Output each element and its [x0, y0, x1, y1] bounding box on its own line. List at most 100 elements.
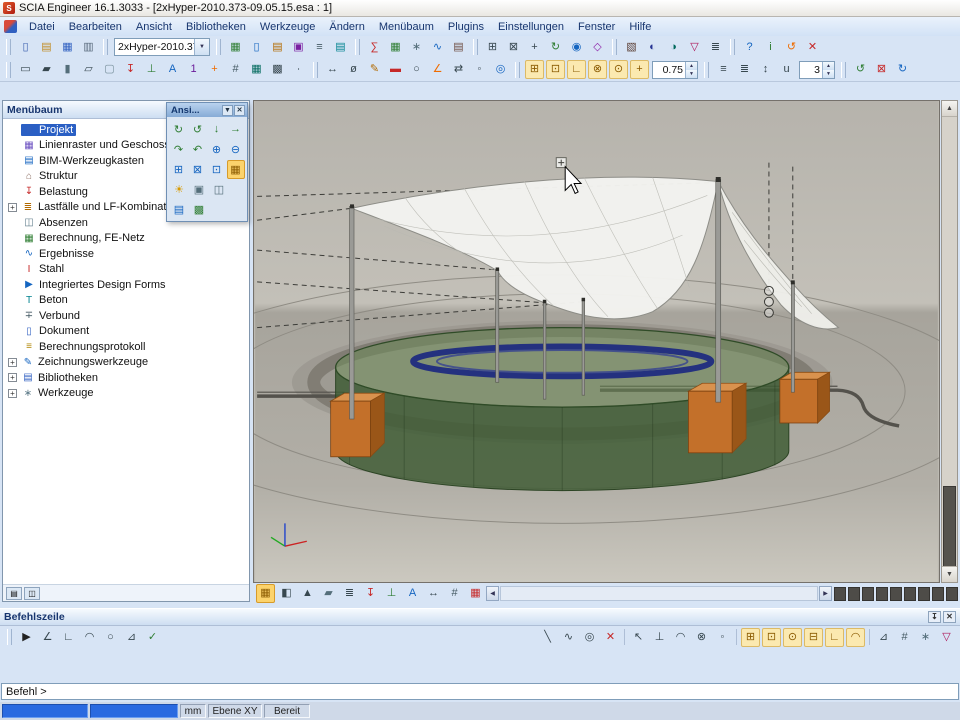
orbit-right-icon[interactable]: ↷	[170, 140, 188, 159]
toolbar-grip[interactable]	[730, 39, 735, 55]
tree-item[interactable]: ▶Integriertes Design Forms	[3, 277, 249, 293]
snap-intersect-icon[interactable]: ⊗	[588, 60, 607, 79]
toolbar-grip[interactable]	[313, 62, 318, 78]
annotate-icon[interactable]: ✎	[365, 60, 384, 79]
scroll-segment[interactable]	[848, 587, 860, 601]
render-mode-icon[interactable]: ▦	[256, 584, 275, 603]
tangent-icon[interactable]: ◠	[671, 628, 690, 647]
snapshot-icon[interactable]: ▣	[190, 180, 209, 199]
fe-mesh-icon[interactable]: ▦	[386, 38, 405, 57]
snap-mode-end-icon[interactable]: ⊡	[762, 628, 781, 647]
viewport-vscrollbar[interactable]: ▲ ▼	[941, 100, 958, 583]
scroll-segment[interactable]	[932, 587, 944, 601]
tree-item[interactable]: +✎Zeichnungswerkzeuge	[3, 355, 249, 371]
cursor-zoom-icon[interactable]: ◎	[580, 628, 599, 647]
zoom-window-icon[interactable]: ⊞	[170, 160, 188, 179]
show-mesh-icon[interactable]: ▦	[247, 60, 266, 79]
engineering-report-icon[interactable]: ▤	[449, 38, 468, 57]
hidden-lines-icon[interactable]: ▱	[79, 60, 98, 79]
tree-item[interactable]: IStahl	[3, 262, 249, 278]
finish-command-icon[interactable]: ✓	[143, 628, 162, 647]
grid-step-spinner[interactable]: 3▲▼	[799, 61, 835, 79]
snap-mode-edge-icon[interactable]: ⊟	[804, 628, 823, 647]
wireframe-toggle-icon[interactable]: ▤	[170, 200, 189, 219]
viewport-canvas[interactable]	[253, 100, 940, 583]
snap-track-icon[interactable]: +	[630, 60, 649, 79]
measure-icon[interactable]: ø	[344, 60, 363, 79]
project-combo[interactable]: 2xHyper-2010.373▼	[114, 38, 210, 56]
opacity-spinner[interactable]: 0.75▲▼	[652, 61, 698, 79]
new-project-icon[interactable]: ▯	[16, 38, 35, 57]
toolbar-grip[interactable]	[103, 39, 108, 55]
show-loads-icon[interactable]: ↧	[121, 60, 140, 79]
wireframe-icon[interactable]: ▭	[16, 60, 35, 79]
tree-item[interactable]: ∿Ergebnisse	[3, 246, 249, 262]
chevron-down-icon[interactable]: ▼	[222, 105, 233, 116]
results-icon[interactable]: ∿	[428, 38, 447, 57]
solver-setup-icon[interactable]: ∗	[407, 38, 426, 57]
toolbar-grip[interactable]	[6, 39, 11, 55]
intersection-icon[interactable]: ⊗	[692, 628, 711, 647]
scroll-segment[interactable]	[946, 587, 958, 601]
red-line-icon[interactable]: ▬	[386, 60, 405, 79]
scroll-down-icon[interactable]: ▼	[942, 566, 957, 582]
arc-icon[interactable]: ◠	[80, 628, 99, 647]
rendered-icon[interactable]: ▮	[58, 60, 77, 79]
toolbar-grip[interactable]	[704, 62, 709, 78]
model-data-icon[interactable]: ≣	[340, 584, 359, 603]
tab-menu-tree-icon[interactable]: ▤	[6, 587, 22, 600]
labels-display-icon[interactable]: A	[403, 584, 422, 603]
show-surfaces-icon[interactable]: ▩	[268, 60, 287, 79]
snap-mode-node-icon[interactable]: ⊙	[783, 628, 802, 647]
show-nodes-icon[interactable]: ∙	[289, 60, 308, 79]
dimensions-display-icon[interactable]: ↔	[424, 584, 443, 603]
visibility-icon[interactable]: ◐	[643, 38, 662, 57]
pin-icon[interactable]: ↧	[928, 611, 941, 623]
menu-plugins[interactable]: Plugins	[441, 19, 491, 35]
grid-display-icon[interactable]: #	[445, 584, 464, 603]
show-axes-icon[interactable]: +	[205, 60, 224, 79]
dimension-lines-icon[interactable]: ↔	[323, 60, 342, 79]
document-view-icon[interactable]: ▯	[247, 38, 266, 57]
snap-ortho-icon[interactable]: ∟	[567, 60, 586, 79]
zoom-selection-icon[interactable]: ⊡	[208, 160, 226, 179]
tree-item[interactable]: ▦Berechnung, FE-Netz	[3, 231, 249, 247]
midpoint-icon[interactable]: ◦	[470, 60, 489, 79]
save-project-icon[interactable]: ▦	[58, 38, 77, 57]
scroll-up-icon[interactable]: ▲	[942, 101, 957, 117]
toolbar-grip[interactable]	[515, 62, 520, 78]
scroll-segment[interactable]	[904, 587, 916, 601]
tree-item[interactable]: ▯Dokument	[3, 324, 249, 340]
lock-view-icon[interactable]: ⊠	[872, 60, 891, 79]
info-icon[interactable]: i	[761, 38, 780, 57]
tree-item[interactable]: TBeton	[3, 293, 249, 309]
new-line-icon[interactable]: ∠	[38, 628, 57, 647]
menu-einstellungen[interactable]: Einstellungen	[491, 19, 571, 35]
scroll-segment[interactable]	[876, 587, 888, 601]
table-editor-icon[interactable]: ▦	[226, 38, 245, 57]
scroll-segment[interactable]	[862, 587, 874, 601]
open-project-icon[interactable]: ▤	[37, 38, 56, 57]
toolbar-grip[interactable]	[6, 62, 11, 78]
volumes-icon[interactable]: ▲	[298, 584, 317, 603]
expander-icon[interactable]: +	[8, 358, 17, 367]
close-icon[interactable]: ✕	[234, 105, 245, 116]
refresh-icon[interactable]: ↻	[893, 60, 912, 79]
view-palette-header[interactable]: Ansi... ▼ ✕	[167, 103, 247, 117]
cursor-line-icon[interactable]: ╲	[538, 628, 557, 647]
layer-manager-icon[interactable]: ▤	[331, 38, 350, 57]
light-icon[interactable]: ☀	[170, 180, 189, 199]
menu-menübaum[interactable]: Menübaum	[372, 19, 441, 35]
properties-icon[interactable]: ≣	[706, 38, 725, 57]
toolbar-grip[interactable]	[612, 39, 617, 55]
circle-tool-icon[interactable]: ○	[407, 60, 426, 79]
zoom-window-icon[interactable]: ⊞	[483, 38, 502, 57]
hscroll-track[interactable]	[500, 586, 818, 601]
chevron-down-icon[interactable]: ▼	[194, 39, 209, 55]
show-supports-icon[interactable]: ⊥	[142, 60, 161, 79]
paperspace-gallery-icon[interactable]: ▣	[289, 38, 308, 57]
snap-grid-icon[interactable]: ⊞	[525, 60, 544, 79]
layers-icon[interactable]: ≡	[310, 38, 329, 57]
menu-fenster[interactable]: Fenster	[571, 19, 622, 35]
view-top-icon[interactable]: ↓	[208, 120, 226, 139]
